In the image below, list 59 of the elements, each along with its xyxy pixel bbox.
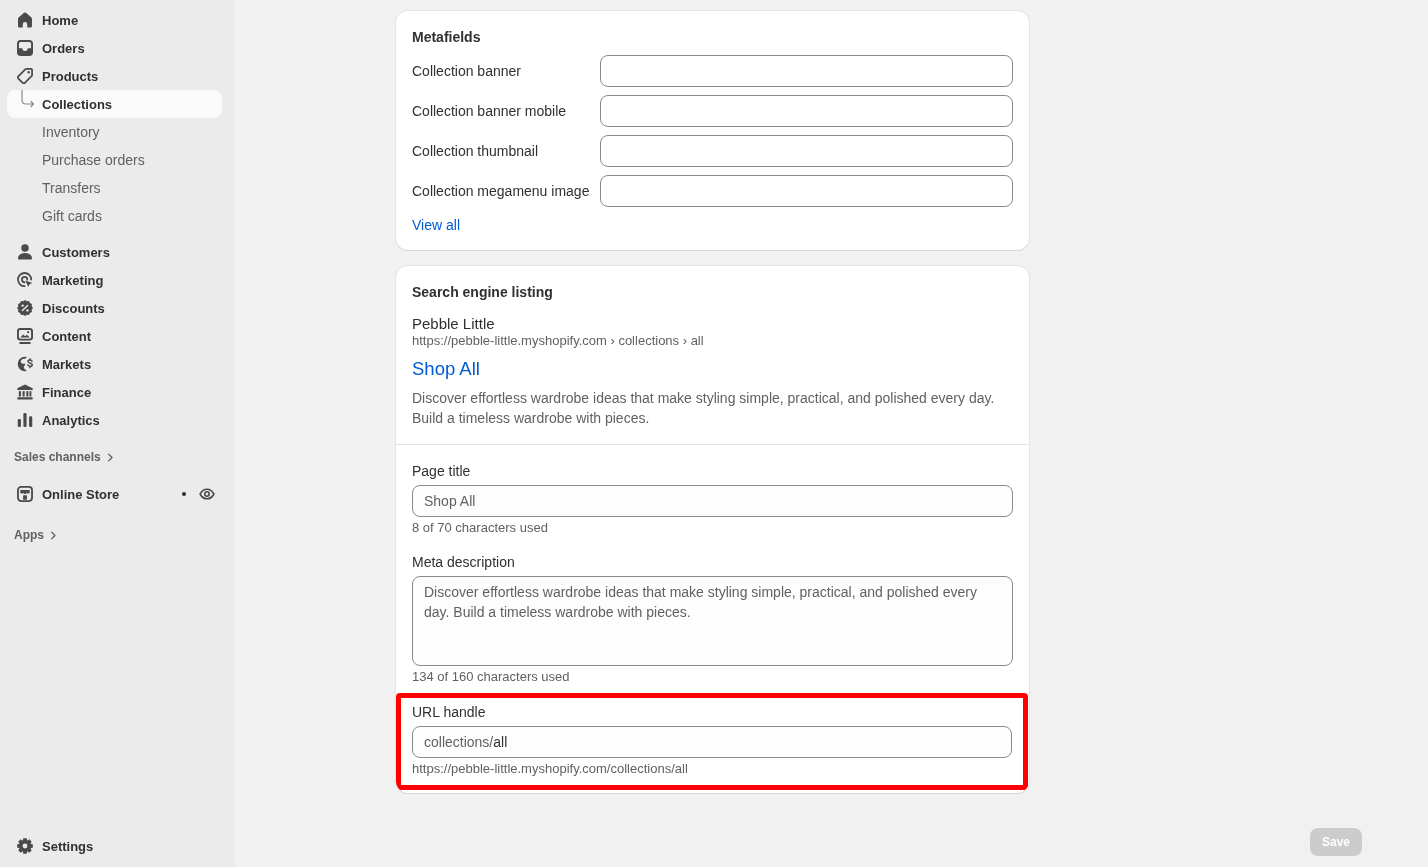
target-cursor-icon xyxy=(17,272,33,288)
field-label: Collection thumbnail xyxy=(412,142,540,161)
nav-item[interactable]: Markets xyxy=(7,350,222,378)
nav-item[interactable]: Inventory xyxy=(7,118,222,146)
nav-item[interactable]: Settings xyxy=(7,832,222,860)
percent-badge-icon xyxy=(17,300,33,316)
input-field[interactable]: Shop All xyxy=(412,485,1013,517)
nav-item[interactable]: Finance xyxy=(7,378,222,406)
input-field[interactable] xyxy=(600,135,1013,167)
nav-item[interactable]: Products xyxy=(7,62,222,90)
nav-item[interactable]: Gift cards xyxy=(7,202,222,230)
view-all-link[interactable]: View all xyxy=(412,215,460,235)
input-field[interactable] xyxy=(600,175,1013,207)
url-handle-field[interactable]: collections/all xyxy=(412,726,1012,758)
eye-icon[interactable] xyxy=(199,486,215,502)
inbox-icon xyxy=(17,40,33,56)
chevron-right-icon xyxy=(105,452,115,462)
nav-item[interactable]: Analytics xyxy=(7,406,222,434)
nav-item[interactable]: Home xyxy=(7,6,222,34)
field-label: Meta description xyxy=(412,553,516,572)
tag-icon xyxy=(17,68,33,84)
settings-gear-icon xyxy=(17,838,33,854)
nav-item[interactable]: Discounts xyxy=(7,294,222,322)
site-name: Pebble Little xyxy=(412,315,495,333)
nav-item[interactable]: Purchase orders xyxy=(7,146,222,174)
preview-title: Shop All xyxy=(412,357,480,381)
field-label: Collection banner mobile xyxy=(412,102,568,121)
character-count: 8 of 70 characters used xyxy=(412,520,548,536)
person-icon xyxy=(17,244,33,260)
field-label: URL handle xyxy=(412,703,487,722)
textarea-field[interactable]: Discover effortless wardrobe ideas that make styling simple, practical, and polished every day. Build a timeless wardrobe with pieces. xyxy=(412,576,1013,666)
house-icon xyxy=(17,12,33,28)
nav-item[interactable]: Orders xyxy=(7,34,222,62)
nav-item[interactable]: Marketing xyxy=(7,266,222,294)
store-icon xyxy=(17,486,33,502)
preview-url: https://pebble-little.myshopify.com › collections › all xyxy=(412,333,704,349)
bar-chart-icon xyxy=(17,412,33,428)
nav-item[interactable]: Transfers xyxy=(7,174,222,202)
sales-channels-link[interactable]: Sales channels xyxy=(7,443,115,471)
character-count: 134 of 160 characters used xyxy=(412,669,570,685)
input-field[interactable] xyxy=(600,95,1013,127)
bank-icon xyxy=(17,384,33,400)
monitor-icon xyxy=(17,328,33,344)
chevron-right-icon xyxy=(49,530,58,540)
card-title: Search engine listing xyxy=(412,283,554,302)
card-title: Metafields xyxy=(412,28,482,47)
field-label: Collection banner xyxy=(412,62,522,81)
url-preview: https://pebble-little.myshopify.com/collections/all xyxy=(412,761,688,777)
status-dot-icon xyxy=(182,492,186,496)
nav-item[interactable]: Content xyxy=(7,322,222,350)
apps-link[interactable]: Apps xyxy=(7,521,58,549)
input-field[interactable] xyxy=(600,55,1013,87)
globe-dollar-icon xyxy=(17,356,33,372)
nav-item[interactable]: Online Store xyxy=(7,480,222,508)
preview-description: Discover effortless wardrobe ideas that make styling simple, practical, and polished every day. Build a timeless wardrobe with pieces. xyxy=(412,389,996,428)
field-label: Collection megamenu image xyxy=(412,182,591,201)
field-label: Page title xyxy=(412,462,472,481)
nav-item[interactable]: Customers xyxy=(7,238,222,266)
nav-item[interactable]: Collections xyxy=(7,90,222,118)
